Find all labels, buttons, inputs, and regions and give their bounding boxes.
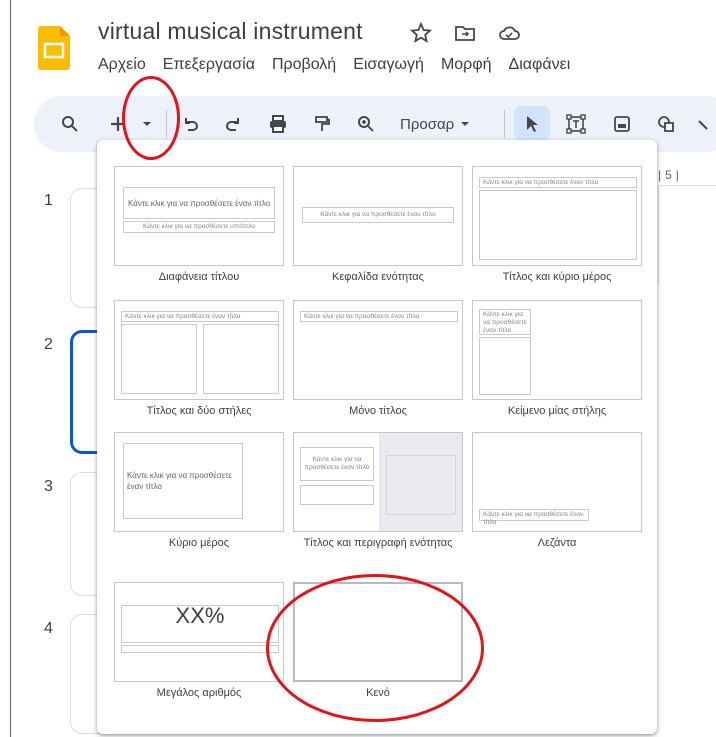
search-menus-icon[interactable] <box>56 110 84 138</box>
undo-icon[interactable] <box>176 110 204 138</box>
layout-label: Κεφαλίδα ενότητας <box>332 271 424 283</box>
slide-number: 4 <box>44 620 53 637</box>
layout-thumbnail: Κάντε κλικ για να προσθέσετε έναν τίτλο <box>114 432 284 532</box>
zoom-value: Προσαρ <box>400 115 455 133</box>
select-cursor-icon[interactable] <box>518 110 546 138</box>
column-placeholder <box>203 324 279 394</box>
window-edge <box>10 0 11 737</box>
layout-menu: Κάντε κλικ για να προσθέσετε έναν τίτλο … <box>97 140 657 734</box>
menu-file[interactable]: Αρχείο <box>98 56 146 74</box>
layout-thumbnail: Κάντε κλικ για να προσθέσετε έναν τίτλο <box>293 432 463 532</box>
slide-number: 3 <box>44 478 53 495</box>
text-box-icon[interactable] <box>562 110 590 138</box>
layout-label: Τίτλος και δύο στήλες <box>146 405 252 417</box>
column-placeholder <box>121 324 197 394</box>
layout-thumbnail: Κάντε κλικ για να προσθέσετε έναν τίτλο <box>293 166 463 266</box>
layout-label: Κύριο μέρος <box>168 537 230 549</box>
title-placeholder: Κάντε κλικ για να προσθέσετε έναν τίτλο <box>479 309 531 335</box>
slide-canvas[interactable] <box>658 185 716 285</box>
title-placeholder: Κάντε κλικ για να προσθέσετε έναν τίτλο <box>300 447 374 481</box>
subtitle-placeholder <box>300 485 374 505</box>
layout-label: Λεζάντα <box>537 537 577 549</box>
title-placeholder: Κάντε κλικ για να προσθέσετε έναν τίτλο <box>302 207 454 223</box>
layout-label: Μεγάλος αριθμός <box>156 687 242 699</box>
layout-thumbnail: Κάντε κλικ για να προσθέσετε έναν τίτλο … <box>114 166 284 266</box>
layout-title-and-two-columns[interactable]: Κάντε κλικ για να προσθέσετε έναν τίτλο … <box>114 300 284 440</box>
paint-format-icon[interactable] <box>308 110 336 138</box>
layout-title-and-body[interactable]: Κάντε κλικ για να προσθέσετε έναν τίτλο … <box>472 166 642 306</box>
line-tool-icon[interactable] <box>694 110 714 138</box>
menu-view[interactable]: Προβολή <box>272 56 336 74</box>
layout-label: Τίτλος και περιγραφή ενότητας <box>303 537 453 549</box>
zoom-select[interactable]: Προσαρ <box>400 110 470 138</box>
slide-number: 2 <box>44 336 53 353</box>
layout-thumbnail: Κάντε κλικ για να προσθέσετε έναν τίτλο <box>472 300 642 400</box>
layout-label: Κείμενο μίας στήλης <box>507 405 607 417</box>
body-placeholder <box>121 645 279 653</box>
move-folder-icon[interactable] <box>454 22 476 44</box>
menu-insert[interactable]: Εισαγωγή <box>353 56 424 74</box>
layout-thumbnail: Κάντε κλικ για να προσθέσετε έναν τίτλο <box>293 300 463 400</box>
title-placeholder: Κάντε κλικ για να προσθέσετε έναν τίτλο <box>479 177 637 188</box>
zoom-icon[interactable] <box>352 110 380 138</box>
layout-thumbnail: Κάντε κλικ για να προσθέσετε έναν τίτλο <box>472 166 642 266</box>
menu-format[interactable]: Μορφή <box>441 56 492 74</box>
layout-thumbnail: XX% <box>114 582 284 682</box>
layout-one-column-text[interactable]: Κάντε κλικ για να προσθέσετε έναν τίτλο … <box>472 300 642 440</box>
new-slide-layout-dropdown-icon[interactable] <box>136 110 158 138</box>
shape-icon[interactable] <box>652 110 680 138</box>
subtitle-placeholder: Κάντε κλικ για να προσθέσετε υπότιτλο <box>123 221 275 233</box>
layout-title-only[interactable]: Κάντε κλικ για να προσθέσετε έναν τίτλο … <box>293 300 463 440</box>
layout-label: Τίτλος και κύριο μέρος <box>502 271 612 283</box>
horizontal-ruler: |5| <box>658 168 683 182</box>
document-title[interactable]: virtual musical instrument <box>98 18 363 45</box>
slide-number: 1 <box>44 192 53 209</box>
cloud-status-icon[interactable] <box>498 22 520 44</box>
layout-title-slide[interactable]: Κάντε κλικ για να προσθέσετε έναν τίτλο … <box>114 166 284 306</box>
layout-label: Διαφάνεια τίτλου <box>158 271 240 283</box>
layout-thumbnail <box>293 582 463 682</box>
title-placeholder: Κάντε κλικ για να προσθέσετε έναν τίτλο <box>300 311 458 322</box>
menubar: Αρχείο Επεξεργασία Προβολή Εισαγωγή Μορφ… <box>98 56 587 74</box>
big-number-placeholder: XX% <box>121 605 279 643</box>
layout-thumbnail: Κάντε κλικ για να προσθέσετε έναν τίτλο <box>472 432 642 532</box>
new-slide-plus-icon[interactable] <box>104 110 132 138</box>
layout-main-point[interactable]: Κάντε κλικ για να προσθέσετε έναν τίτλο … <box>114 432 284 572</box>
star-icon[interactable] <box>409 21 433 44</box>
layout-section-header[interactable]: Κάντε κλικ για να προσθέσετε έναν τίτλο … <box>293 166 463 306</box>
layout-section-title-and-description[interactable]: Κάντε κλικ για να προσθέσετε έναν τίτλο … <box>293 432 463 572</box>
layout-big-number[interactable]: XX% Μεγάλος αριθμός <box>114 582 284 722</box>
layout-blank[interactable]: Κενό <box>293 582 463 722</box>
description-placeholder <box>386 455 456 515</box>
main-point-placeholder: Κάντε κλικ για να προσθέσετε έναν τίτλο <box>123 443 243 519</box>
image-icon[interactable] <box>608 110 636 138</box>
layout-label: Μόνο τίτλος <box>349 405 407 417</box>
chevron-down-icon <box>461 122 470 126</box>
menu-edit[interactable]: Επεξεργασία <box>163 56 255 74</box>
title-placeholder: Κάντε κλικ για να προσθέσετε έναν τίτλο <box>123 187 275 219</box>
slides-logo-icon[interactable] <box>38 26 70 70</box>
menu-slide[interactable]: Διαφάνει <box>509 56 571 74</box>
body-placeholder <box>479 337 531 395</box>
print-icon[interactable] <box>264 110 292 138</box>
redo-icon[interactable] <box>220 110 248 138</box>
title-placeholder: Κάντε κλικ για να προσθέσετε έναν τίτλο <box>121 311 279 322</box>
layout-thumbnail: Κάντε κλικ για να προσθέσετε έναν τίτλο <box>114 300 284 400</box>
layout-label: Κενό <box>366 687 390 699</box>
body-placeholder <box>479 190 637 260</box>
layout-caption[interactable]: Κάντε κλικ για να προσθέσετε έναν τίτλο … <box>472 432 642 572</box>
caption-placeholder: Κάντε κλικ για να προσθέσετε έναν τίτλο <box>479 509 589 526</box>
